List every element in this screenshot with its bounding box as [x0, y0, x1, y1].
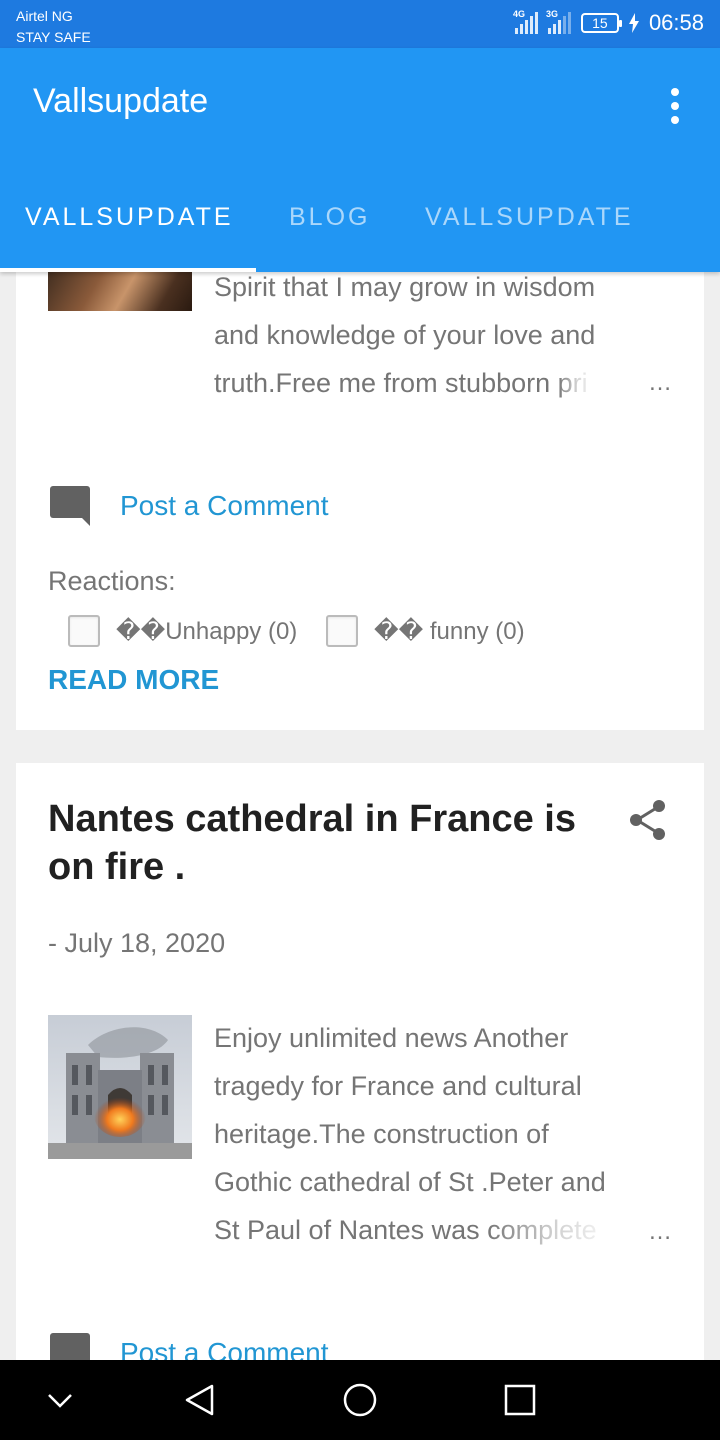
snippet-ellipsis: … — [648, 369, 672, 396]
read-more-link[interactable]: READ MORE — [48, 664, 219, 696]
tab-blog[interactable]: BLOG — [289, 203, 370, 232]
share-icon[interactable] — [628, 799, 668, 841]
chevron-down-icon[interactable] — [38, 1378, 82, 1422]
reaction-funny[interactable]: �� funny (0) — [326, 615, 525, 647]
post-thumbnail[interactable] — [48, 272, 192, 311]
post-card: Nantes cathedral in France is on fire . … — [16, 763, 704, 1383]
navigation-bar — [0, 1360, 720, 1440]
snippet-ellipsis: … — [648, 1218, 672, 1245]
post-date: - July 18, 2020 — [48, 928, 226, 958]
home-icon[interactable] — [338, 1378, 382, 1422]
screen: Airtel NG STAY SAFE 4G 3G 15 06:58 Valls… — [0, 0, 720, 1440]
reaction-checkbox[interactable] — [68, 615, 100, 647]
reaction-label: �� funny (0) — [374, 617, 525, 645]
clock: 06:58 — [648, 10, 704, 35]
post-card: Spirit that I may grow in wisdom and kno… — [16, 272, 704, 730]
post-snippet: Spirit that I may grow in wisdom and kno… — [214, 272, 596, 398]
carrier-info: Airtel NG STAY SAFE — [16, 6, 91, 48]
carrier-name: Airtel NG — [16, 8, 73, 24]
tab-vallsupdate[interactable]: VALLSUPDATE — [25, 203, 234, 232]
back-icon[interactable] — [178, 1378, 222, 1422]
post-thumbnail[interactable] — [48, 1015, 192, 1159]
comment-icon — [50, 486, 92, 526]
tab-bar: VALLSUPDATE BLOG VALLSUPDATE — [0, 188, 720, 272]
recents-icon[interactable] — [498, 1378, 542, 1422]
post-title[interactable]: Nantes cathedral in France is on fire . — [48, 795, 588, 891]
charging-icon — [628, 13, 639, 33]
status-bar: Airtel NG STAY SAFE 4G 3G 15 06:58 — [0, 0, 720, 48]
signal-3g-icon: 3G — [546, 9, 571, 34]
carrier-notice: STAY SAFE — [16, 29, 91, 45]
reaction-label: ��Unhappy (0) — [116, 617, 298, 645]
post-comment-link[interactable]: Post a Comment — [50, 486, 329, 526]
status-icons: 4G 3G 15 06:58 — [513, 9, 704, 36]
app-title: Vallsupdate — [33, 82, 209, 120]
signal-4g-icon: 4G — [513, 9, 538, 34]
post-snippet: Enjoy unlimited news Another tragedy for… — [214, 1023, 606, 1245]
reaction-checkbox[interactable] — [326, 615, 358, 647]
tab-indicator — [0, 268, 256, 272]
more-vert-icon[interactable] — [660, 86, 690, 126]
battery-icon: 15 — [580, 13, 622, 33]
tab-vallsupdate-2[interactable]: VALLSUPDATE — [425, 203, 634, 232]
app-bar: Vallsupdate VALLSUPDATE BLOG VALLSUPDATE — [0, 48, 720, 272]
post-comment-label[interactable]: Post a Comment — [120, 490, 329, 522]
reactions-label: Reactions: — [48, 566, 176, 596]
reaction-unhappy[interactable]: ��Unhappy (0) — [68, 615, 297, 647]
